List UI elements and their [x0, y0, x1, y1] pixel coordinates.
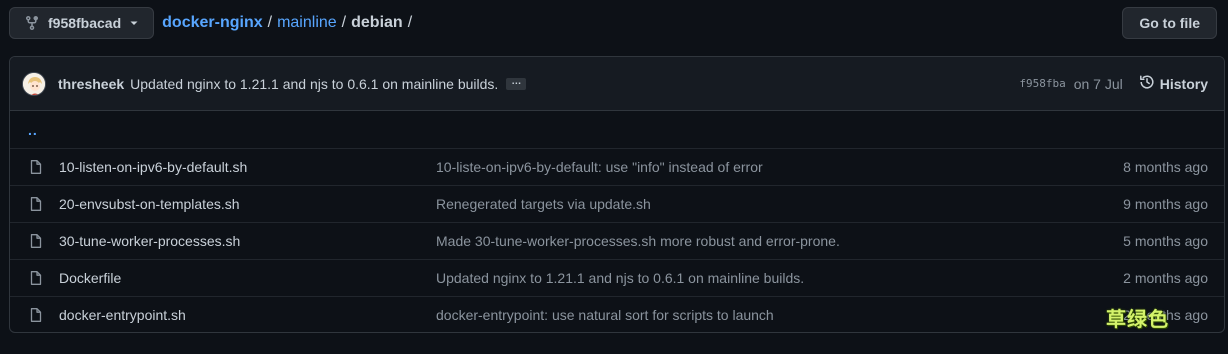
file-name-link[interactable]: docker-entrypoint.sh — [59, 307, 436, 323]
top-bar: f958fbacad docker-nginx / mainline / deb… — [9, 7, 1217, 39]
breadcrumb: docker-nginx / mainline / debian / — [162, 14, 417, 32]
history-label: History — [1159, 75, 1208, 92]
commit-sha-link[interactable]: f958fba — [1019, 77, 1065, 90]
breadcrumb-separator: / — [407, 14, 413, 31]
commit-date: on 7 Jul — [1073, 75, 1123, 92]
file-row: 10-listen-on-ipv6-by-default.sh 10-liste… — [10, 148, 1224, 185]
file-name-link[interactable]: Dockerfile — [59, 270, 436, 286]
file-commit-message-link[interactable]: 10-liste-on-ipv6-by-default: use "info" … — [436, 159, 763, 175]
file-commit-message-link[interactable]: Renegerated targets via update.sh — [436, 196, 651, 212]
file-row: Dockerfile Updated nginx to 1.21.1 and n… — [10, 259, 1224, 296]
file-icon — [28, 196, 44, 212]
file-commit-message-link[interactable]: docker-entrypoint: use natural sort for … — [436, 307, 774, 323]
file-age: 9 months ago — [1123, 196, 1208, 212]
commit-expand-button[interactable]: … — [506, 76, 527, 90]
file-name-link[interactable]: 30-tune-worker-processes.sh — [59, 233, 436, 249]
file-commit-message-link[interactable]: Updated nginx to 1.21.1 and njs to 0.6.1… — [436, 270, 804, 286]
watermark-text: 草绿色 — [1106, 307, 1169, 331]
latest-commit-bar: thresheek Updated nginx to 1.21.1 and nj… — [10, 57, 1224, 111]
file-icon — [28, 233, 44, 249]
file-row: 30-tune-worker-processes.sh Made 30-tune… — [10, 222, 1224, 259]
commit-meta: f958fba on 7 Jul History — [1019, 74, 1208, 93]
parent-directory-link[interactable]: .. — [28, 122, 38, 138]
history-icon — [1139, 74, 1155, 93]
file-icon — [28, 307, 44, 323]
file-row: docker-entrypoint.sh docker-entrypoint: … — [10, 296, 1224, 332]
breadcrumb-repo-link[interactable]: docker-nginx — [162, 14, 262, 32]
file-name-link[interactable]: 20-envsubst-on-templates.sh — [59, 196, 436, 212]
file-list-box: thresheek Updated nginx to 1.21.1 and nj… — [9, 56, 1225, 333]
file-icon — [28, 270, 44, 286]
branch-label: f958fbacad — [48, 15, 122, 31]
caret-down-icon — [129, 18, 139, 28]
file-icon — [28, 159, 44, 175]
avatar[interactable] — [22, 71, 46, 96]
breadcrumb-current: debian — [351, 14, 403, 31]
commit-author[interactable]: thresheek — [58, 76, 124, 92]
breadcrumb-separator: / — [341, 14, 347, 31]
branch-select-button[interactable]: f958fbacad — [9, 7, 155, 39]
file-row: 20-envsubst-on-templates.sh Renegerated … — [10, 185, 1224, 222]
commit-message[interactable]: Updated nginx to 1.21.1 and njs to 0.6.1… — [130, 76, 498, 92]
file-name-link[interactable]: 10-listen-on-ipv6-by-default.sh — [59, 159, 436, 175]
breadcrumb-dir-link[interactable]: mainline — [277, 14, 337, 32]
file-age: 5 months ago — [1123, 233, 1208, 249]
file-age: 8 months ago — [1123, 159, 1208, 175]
parent-directory-row: .. — [10, 111, 1224, 148]
file-age: 2 months ago — [1123, 270, 1208, 286]
go-to-file-button[interactable]: Go to file — [1122, 7, 1217, 39]
git-branch-icon — [24, 15, 40, 31]
history-link[interactable]: History — [1139, 74, 1208, 93]
breadcrumb-separator: / — [267, 14, 273, 31]
file-commit-message-link[interactable]: Made 30-tune-worker-processes.sh more ro… — [436, 233, 840, 249]
